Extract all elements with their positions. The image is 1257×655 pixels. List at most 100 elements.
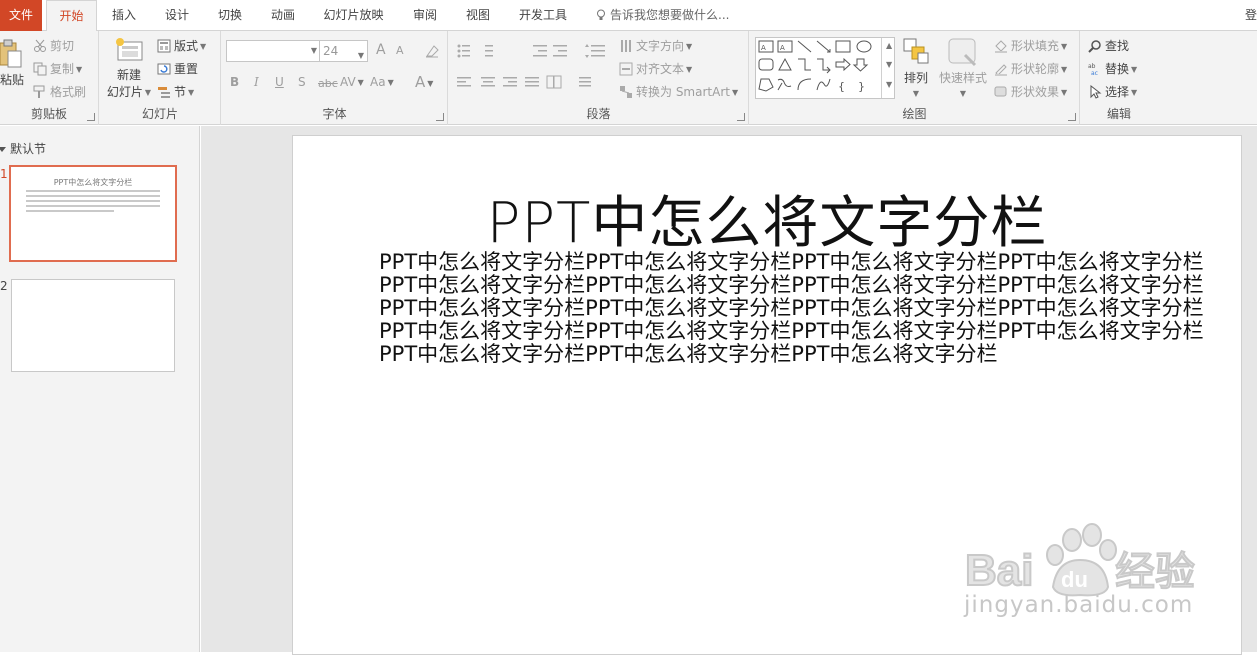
quick-styles-icon xyxy=(948,38,977,67)
character-spacing-button[interactable]: AV ▼ xyxy=(340,75,364,89)
shrink-font-button[interactable]: A xyxy=(396,44,404,57)
arrange-button[interactable]: 排列 ▼ xyxy=(900,37,932,100)
paragraph-launcher-icon[interactable] xyxy=(737,113,745,121)
tab-slideshow[interactable]: 幻灯片放映 xyxy=(316,0,391,31)
change-case-button[interactable]: Aa ▼ xyxy=(370,75,394,89)
find-button[interactable]: 查找 xyxy=(1088,37,1129,54)
font-color-button[interactable]: A ▼ xyxy=(415,73,433,91)
slide-editor-area: PPT中怎么将文字分栏 PPT中怎么将文字分栏PPT中怎么将文字分栏PPT中怎么… xyxy=(201,126,1257,655)
tab-view[interactable]: 视图 xyxy=(454,0,502,31)
shape-fill-label: 形状填充 xyxy=(1011,39,1060,53)
layout-button[interactable]: 版式 ▼ xyxy=(157,37,206,54)
svg-text:ac: ac xyxy=(1091,70,1098,76)
smartart-icon xyxy=(620,86,632,98)
paragraph-group-label: 段落 xyxy=(586,107,611,121)
section-header[interactable]: 默认节 xyxy=(0,140,46,157)
shape-effects-label: 形状效果 xyxy=(1011,85,1060,99)
group-paragraph: 文字方向 ▼ 对齐文本 ▼ 转换为 SmartArt ▼ 段落 xyxy=(449,31,749,125)
group-drawing: A A { } ▲ ▼ ▼ 排列 ▼ 快速样式 ▼ 形状填充 ▼ 形状轮廓 ▼ … xyxy=(750,31,1080,125)
new-slide-button[interactable]: 新建 幻灯片 ▼ xyxy=(105,37,153,101)
svg-text:A: A xyxy=(761,44,766,52)
tab-transitions[interactable]: 切换 xyxy=(206,0,254,31)
clear-formatting-icon[interactable] xyxy=(424,43,440,59)
shapes-gallery[interactable]: A A { } ▲ ▼ ▼ xyxy=(755,37,895,99)
slide-number-1: 1 xyxy=(0,167,8,181)
replace-button[interactable]: ab ac 替换 ▼ xyxy=(1088,60,1137,77)
alignment-icons[interactable] xyxy=(457,75,607,91)
section-button[interactable]: 节 ▼ xyxy=(157,83,194,100)
font-size-dropdown-icon[interactable]: ▼ xyxy=(358,46,364,66)
group-slides: 新建 幻灯片 ▼ 版式 ▼ 重置 节 ▼ 幻灯片 xyxy=(100,31,221,125)
ribbon: 粘贴 剪切 复制 ▼ 格式刷 剪贴板 新建 幻灯片 ▼ 版式 ▼ 重置 节 ▼ … xyxy=(0,31,1257,125)
font-color-label: A xyxy=(415,73,426,91)
shapes-gallery-scroll[interactable]: ▲ ▼ ▼ xyxy=(881,38,894,98)
watermark-url: jingyan.baidu.com xyxy=(964,592,1194,618)
select-label: 选择 xyxy=(1105,85,1130,99)
tab-file[interactable]: 文件 xyxy=(0,0,42,31)
reset-button[interactable]: 重置 xyxy=(157,60,198,77)
copy-button[interactable]: 复制 ▼ xyxy=(33,60,82,77)
font-launcher-icon[interactable] xyxy=(436,113,444,121)
tab-developer[interactable]: 开发工具 xyxy=(509,0,577,31)
layout-label: 版式 xyxy=(174,39,199,53)
tab-review[interactable]: 审阅 xyxy=(401,0,449,31)
clipboard-launcher-icon[interactable] xyxy=(87,113,95,121)
collapse-triangle-icon[interactable] xyxy=(0,147,6,152)
font-name-dropdown-icon[interactable]: ▼ xyxy=(311,46,317,55)
paste-button[interactable]: 粘贴 xyxy=(0,37,24,93)
arrange-icon xyxy=(903,38,929,64)
cursor-arrow-icon xyxy=(1090,85,1102,99)
tab-home[interactable]: 开始 xyxy=(46,0,97,32)
tab-animations[interactable]: 动画 xyxy=(259,0,307,31)
cut-button[interactable]: 剪切 xyxy=(33,37,74,54)
slide-body-text[interactable]: PPT中怎么将文字分栏PPT中怎么将文字分栏PPT中怎么将文字分栏PPT中怎么将… xyxy=(379,251,1209,366)
format-painter-icon xyxy=(33,85,45,98)
slide-canvas[interactable]: PPT中怎么将文字分栏 PPT中怎么将文字分栏PPT中怎么将文字分栏PPT中怎么… xyxy=(292,135,1242,655)
drawing-launcher-icon[interactable] xyxy=(1068,113,1076,121)
grow-font-button[interactable]: A xyxy=(376,42,386,58)
align-text-button[interactable]: 对齐文本 ▼ xyxy=(619,60,692,77)
format-painter-button[interactable]: 格式刷 xyxy=(33,83,86,100)
select-button[interactable]: 选择 ▼ xyxy=(1088,83,1137,100)
indent-icon[interactable] xyxy=(533,43,573,59)
line-spacing-icon[interactable] xyxy=(585,43,613,59)
tell-me-box[interactable]: 告诉我您想要做什么... xyxy=(596,0,729,31)
sign-in-link[interactable]: 登 xyxy=(1245,0,1257,31)
align-text-label: 对齐文本 xyxy=(636,62,685,76)
replace-label: 替换 xyxy=(1105,62,1130,76)
bold-button[interactable]: B xyxy=(230,75,239,89)
svg-text:{: { xyxy=(838,80,845,93)
slide-thumbnail-1-title: PPT中怎么将文字分栏 xyxy=(53,178,133,187)
shape-fill-button[interactable]: 形状填充 ▼ xyxy=(994,37,1067,54)
tab-insert[interactable]: 插入 xyxy=(100,0,148,31)
underline-button[interactable]: U xyxy=(275,75,284,89)
character-spacing-label: AV xyxy=(340,75,356,89)
italic-button[interactable]: I xyxy=(254,75,259,89)
slide-thumbnail-1[interactable]: PPT中怎么将文字分栏 xyxy=(9,165,177,262)
tab-design[interactable]: 设计 xyxy=(153,0,201,31)
bullets-icon[interactable] xyxy=(457,43,517,59)
quick-styles-label: 快速样式 xyxy=(938,71,987,85)
shadow-button[interactable]: S xyxy=(298,75,306,89)
ribbon-tab-bar: 文件 开始 插入 设计 切换 动画 幻灯片放映 审阅 视图 开发工具 告诉我您想… xyxy=(0,0,1257,32)
slide-title[interactable]: PPT中怎么将文字分栏 xyxy=(293,178,1241,259)
group-editing: 查找 ab ac 替换 ▼ 选择 ▼ 编辑 xyxy=(1081,31,1157,125)
slides-group-label: 幻灯片 xyxy=(141,107,178,121)
font-size-combobox[interactable]: 24 ▼ xyxy=(319,40,368,62)
shapes-gallery-icons: A A { } xyxy=(758,40,872,93)
pen-icon xyxy=(995,64,1007,76)
paste-icon xyxy=(0,39,22,68)
shape-effects-button[interactable]: 形状效果 ▼ xyxy=(994,83,1067,100)
convert-smartart-button[interactable]: 转换为 SmartArt ▼ xyxy=(619,83,738,100)
text-direction-button[interactable]: 文字方向 ▼ xyxy=(619,37,692,54)
slide-number-2: 2 xyxy=(0,279,8,293)
strikethrough-button[interactable]: abc xyxy=(318,77,338,90)
quick-styles-button[interactable]: 快速样式 ▼ xyxy=(936,37,990,100)
font-name-combobox[interactable]: ▼ xyxy=(226,40,321,62)
text-direction-label: 文字方向 xyxy=(636,39,685,53)
svg-text:ab: ab xyxy=(1088,63,1096,70)
reset-icon xyxy=(157,63,171,75)
slide-thumbnail-2[interactable] xyxy=(11,279,175,372)
copy-dropdown-icon[interactable]: ▼ xyxy=(76,65,82,74)
shape-outline-button[interactable]: 形状轮廓 ▼ xyxy=(994,60,1067,77)
